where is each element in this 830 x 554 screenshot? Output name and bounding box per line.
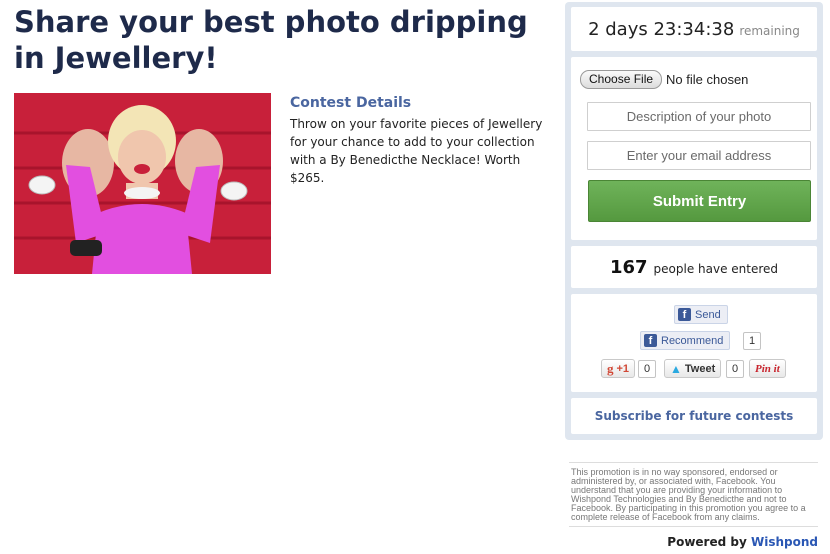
subscribe-panel: Subscribe for future contests bbox=[571, 398, 817, 434]
powered-by-label: Powered by bbox=[667, 535, 747, 549]
entry-count-panel: 167 people have entered bbox=[571, 246, 817, 288]
choose-file-button[interactable]: Choose File bbox=[580, 70, 663, 89]
pin-it-button[interactable]: Pin it bbox=[749, 359, 786, 378]
subscribe-link[interactable]: Subscribe for future contests bbox=[595, 409, 794, 423]
submit-entry-button[interactable]: Submit Entry bbox=[588, 180, 811, 222]
twitter-bird-icon: ▲ bbox=[670, 361, 682, 376]
contest-details-text: Throw on your favorite pieces of Jewelle… bbox=[290, 117, 543, 185]
wishpond-link[interactable]: Wishpond bbox=[751, 535, 818, 549]
tweet-label: Tweet bbox=[684, 362, 716, 375]
contest-details: Contest Details Throw on your favorite p… bbox=[290, 94, 552, 187]
photo-description-input[interactable] bbox=[587, 102, 811, 131]
send-label: Send bbox=[695, 308, 721, 321]
google-plus-icon: g bbox=[607, 360, 614, 376]
google-plus-one-button[interactable]: g +1 bbox=[601, 359, 636, 378]
tweet-button[interactable]: ▲ Tweet bbox=[664, 359, 722, 378]
countdown-suffix: remaining bbox=[739, 24, 800, 38]
entry-sidebar: 2 days 23:34:38 remaining Choose File No… bbox=[565, 2, 823, 440]
facebook-disclaimer: This promotion is in no way sponsored, e… bbox=[569, 462, 818, 527]
gplus-label: +1 bbox=[616, 362, 630, 375]
recommend-count: 1 bbox=[743, 332, 762, 350]
countdown-panel: 2 days 23:34:38 remaining bbox=[571, 7, 817, 51]
facebook-recommend-button[interactable]: f Recommend bbox=[640, 331, 731, 350]
file-picker: Choose File No file chosen bbox=[580, 70, 748, 89]
countdown-value: 2 days 23:34:38 bbox=[588, 18, 735, 40]
entry-count-label: people have entered bbox=[653, 261, 779, 276]
entry-form: Choose File No file chosen Submit Entry bbox=[571, 57, 817, 240]
tweet-count: 0 bbox=[726, 360, 745, 378]
contest-photo bbox=[14, 93, 271, 274]
social-share-panel: f Send f Recommend 1 g +1 0 ▲ Tweet 0 Pi… bbox=[571, 294, 817, 392]
recommend-label: Recommend bbox=[661, 334, 724, 347]
facebook-send-button[interactable]: f Send bbox=[674, 305, 728, 324]
contest-details-heading: Contest Details bbox=[290, 95, 412, 111]
facebook-icon: f bbox=[678, 308, 691, 321]
gplus-count: 0 bbox=[638, 360, 657, 378]
facebook-icon: f bbox=[644, 334, 657, 347]
contest-title: Share your best photo dripping in Jewell… bbox=[14, 5, 528, 75]
entry-count: 167 bbox=[609, 256, 648, 278]
powered-by: Powered by Wishpond bbox=[667, 535, 818, 549]
email-input[interactable] bbox=[587, 141, 811, 170]
file-status-text: No file chosen bbox=[666, 72, 749, 87]
